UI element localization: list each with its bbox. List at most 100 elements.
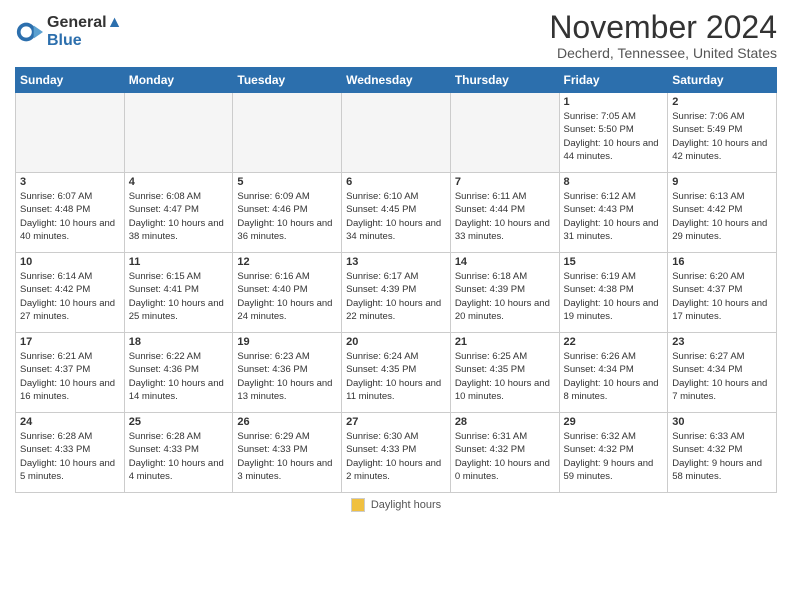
day-info: Sunrise: 6:26 AMSunset: 4:34 PMDaylight:… <box>564 350 664 403</box>
day-info: Sunrise: 6:13 AMSunset: 4:42 PMDaylight:… <box>672 190 772 243</box>
calendar-day-cell: 15Sunrise: 6:19 AMSunset: 4:38 PMDayligh… <box>559 253 668 333</box>
legend-box <box>351 498 365 512</box>
calendar-day-cell <box>450 93 559 173</box>
day-number: 9 <box>672 176 772 188</box>
calendar-day-cell: 28 Sunrise: 6:31 AMSunset: 4:32 PMDayligh… <box>450 413 559 493</box>
day-number: 20 <box>346 336 446 348</box>
day-of-week-header: Thursday <box>450 68 559 93</box>
title-block: November 2024 Decherd, Tennessee, United… <box>549 10 777 61</box>
calendar-day-cell: 2 Sunrise: 7:06 AMSunset: 5:49 PMDaylight… <box>668 93 777 173</box>
location-subtitle: Decherd, Tennessee, United States <box>549 45 777 61</box>
day-info: Sunrise: 6:30 AMSunset: 4:33 PMDaylight:… <box>346 430 446 483</box>
day-number: 4 <box>129 176 229 188</box>
calendar-day-cell: 21 Sunrise: 6:25 AMSunset: 4:35 PMDayligh… <box>450 333 559 413</box>
day-info: Sunrise: 6:25 AMSunset: 4:35 PMDaylight:… <box>455 350 555 403</box>
calendar-day-cell: 11Sunrise: 6:15 AMSunset: 4:41 PMDayligh… <box>124 253 233 333</box>
day-info: Sunrise: 6:16 AMSunset: 4:40 PMDaylight:… <box>237 270 337 323</box>
calendar-week-row: 24 Sunrise: 6:28 AMSunset: 4:33 PMDayligh… <box>16 413 777 493</box>
month-title: November 2024 <box>549 10 777 45</box>
calendar-day-cell: 5Sunrise: 6:09 AMSunset: 4:46 PMDaylight… <box>233 173 342 253</box>
day-of-week-header: Saturday <box>668 68 777 93</box>
day-number: 22 <box>564 336 664 348</box>
day-of-week-header: Tuesday <box>233 68 342 93</box>
calendar-day-cell <box>342 93 451 173</box>
day-number: 18 <box>129 336 229 348</box>
day-number: 21 <box>455 336 555 348</box>
calendar-day-cell: 24 Sunrise: 6:28 AMSunset: 4:33 PMDayligh… <box>16 413 125 493</box>
calendar-day-cell <box>233 93 342 173</box>
day-of-week-header: Wednesday <box>342 68 451 93</box>
day-number: 6 <box>346 176 446 188</box>
day-number: 23 <box>672 336 772 348</box>
day-number: 8 <box>564 176 664 188</box>
day-number: 2 <box>672 96 772 108</box>
calendar-day-cell: 17 Sunrise: 6:21 AMSunset: 4:37 PMDayligh… <box>16 333 125 413</box>
calendar-day-cell: 3 Sunrise: 6:07 AMSunset: 4:48 PMDaylight… <box>16 173 125 253</box>
calendar-day-cell: 12 Sunrise: 6:16 AMSunset: 4:40 PMDayligh… <box>233 253 342 333</box>
day-info: Sunrise: 6:11 AMSunset: 4:44 PMDaylight:… <box>455 190 555 243</box>
calendar-day-cell: 16 Sunrise: 6:20 AMSunset: 4:37 PMDayligh… <box>668 253 777 333</box>
day-number: 11 <box>129 256 229 268</box>
day-number: 26 <box>237 416 337 428</box>
day-info: Sunrise: 6:07 AMSunset: 4:48 PMDaylight:… <box>20 190 120 243</box>
day-number: 7 <box>455 176 555 188</box>
calendar-table: SundayMondayTuesdayWednesdayThursdayFrid… <box>15 67 777 493</box>
day-info: Sunrise: 6:20 AMSunset: 4:37 PMDaylight:… <box>672 270 772 323</box>
calendar-day-cell: 14 Sunrise: 6:18 AMSunset: 4:39 PMDayligh… <box>450 253 559 333</box>
day-info: Sunrise: 6:08 AMSunset: 4:47 PMDaylight:… <box>129 190 229 243</box>
day-number: 14 <box>455 256 555 268</box>
day-info: Sunrise: 6:22 AMSunset: 4:36 PMDaylight:… <box>129 350 229 403</box>
calendar-day-cell: 10 Sunrise: 6:14 AMSunset: 4:42 PMDayligh… <box>16 253 125 333</box>
day-number: 28 <box>455 416 555 428</box>
calendar-day-cell: 8 Sunrise: 6:12 AMSunset: 4:43 PMDaylight… <box>559 173 668 253</box>
day-number: 1 <box>564 96 664 108</box>
day-info: Sunrise: 6:10 AMSunset: 4:45 PMDaylight:… <box>346 190 446 243</box>
logo-icon <box>15 18 43 46</box>
calendar-day-cell: 1 Sunrise: 7:05 AMSunset: 5:50 PMDaylight… <box>559 93 668 173</box>
calendar-day-cell <box>124 93 233 173</box>
calendar-day-cell: 20 Sunrise: 6:24 AMSunset: 4:35 PMDayligh… <box>342 333 451 413</box>
calendar-day-cell: 4 Sunrise: 6:08 AMSunset: 4:47 PMDaylight… <box>124 173 233 253</box>
day-info: Sunrise: 7:06 AMSunset: 5:49 PMDaylight:… <box>672 110 772 163</box>
day-number: 25 <box>129 416 229 428</box>
day-info: Sunrise: 6:18 AMSunset: 4:39 PMDaylight:… <box>455 270 555 323</box>
calendar-header-row: SundayMondayTuesdayWednesdayThursdayFrid… <box>16 68 777 93</box>
day-number: 10 <box>20 256 120 268</box>
day-number: 30 <box>672 416 772 428</box>
legend: Daylight hours <box>15 498 777 512</box>
day-number: 13 <box>346 256 446 268</box>
calendar-day-cell: 22 Sunrise: 6:26 AMSunset: 4:34 PMDayligh… <box>559 333 668 413</box>
day-number: 27 <box>346 416 446 428</box>
day-info: Sunrise: 7:05 AMSunset: 5:50 PMDaylight:… <box>564 110 664 163</box>
day-info: Sunrise: 6:28 AMSunset: 4:33 PMDaylight:… <box>20 430 120 483</box>
day-number: 12 <box>237 256 337 268</box>
calendar-week-row: 1 Sunrise: 7:05 AMSunset: 5:50 PMDaylight… <box>16 93 777 173</box>
calendar-day-cell: 25 Sunrise: 6:28 AMSunset: 4:33 PMDayligh… <box>124 413 233 493</box>
calendar-day-cell: 7 Sunrise: 6:11 AMSunset: 4:44 PMDaylight… <box>450 173 559 253</box>
day-number: 3 <box>20 176 120 188</box>
day-number: 16 <box>672 256 772 268</box>
day-info: Sunrise: 6:12 AMSunset: 4:43 PMDaylight:… <box>564 190 664 243</box>
day-info: Sunrise: 6:24 AMSunset: 4:35 PMDaylight:… <box>346 350 446 403</box>
calendar-day-cell: 26 Sunrise: 6:29 AMSunset: 4:33 PMDayligh… <box>233 413 342 493</box>
calendar-day-cell: 23 Sunrise: 6:27 AMSunset: 4:34 PMDayligh… <box>668 333 777 413</box>
page-container: General▲ Blue November 2024 Decherd, Ten… <box>0 0 792 517</box>
day-info: Sunrise: 6:23 AMSunset: 4:36 PMDaylight:… <box>237 350 337 403</box>
day-info: Sunrise: 6:29 AMSunset: 4:33 PMDaylight:… <box>237 430 337 483</box>
day-info: Sunrise: 6:21 AMSunset: 4:37 PMDaylight:… <box>20 350 120 403</box>
calendar-day-cell: 29Sunrise: 6:32 AMSunset: 4:32 PMDayligh… <box>559 413 668 493</box>
calendar-week-row: 10 Sunrise: 6:14 AMSunset: 4:42 PMDayligh… <box>16 253 777 333</box>
day-info: Sunrise: 6:14 AMSunset: 4:42 PMDaylight:… <box>20 270 120 323</box>
day-number: 17 <box>20 336 120 348</box>
day-info: Sunrise: 6:31 AMSunset: 4:32 PMDaylight:… <box>455 430 555 483</box>
day-info: Sunrise: 6:09 AMSunset: 4:46 PMDaylight:… <box>237 190 337 243</box>
page-header: General▲ Blue November 2024 Decherd, Ten… <box>15 10 777 61</box>
calendar-week-row: 3 Sunrise: 6:07 AMSunset: 4:48 PMDaylight… <box>16 173 777 253</box>
calendar-day-cell: 18 Sunrise: 6:22 AMSunset: 4:36 PMDayligh… <box>124 333 233 413</box>
calendar-day-cell: 9 Sunrise: 6:13 AMSunset: 4:42 PMDaylight… <box>668 173 777 253</box>
day-number: 24 <box>20 416 120 428</box>
day-of-week-header: Friday <box>559 68 668 93</box>
day-info: Sunrise: 6:28 AMSunset: 4:33 PMDaylight:… <box>129 430 229 483</box>
day-number: 15 <box>564 256 664 268</box>
day-info: Sunrise: 6:27 AMSunset: 4:34 PMDaylight:… <box>672 350 772 403</box>
